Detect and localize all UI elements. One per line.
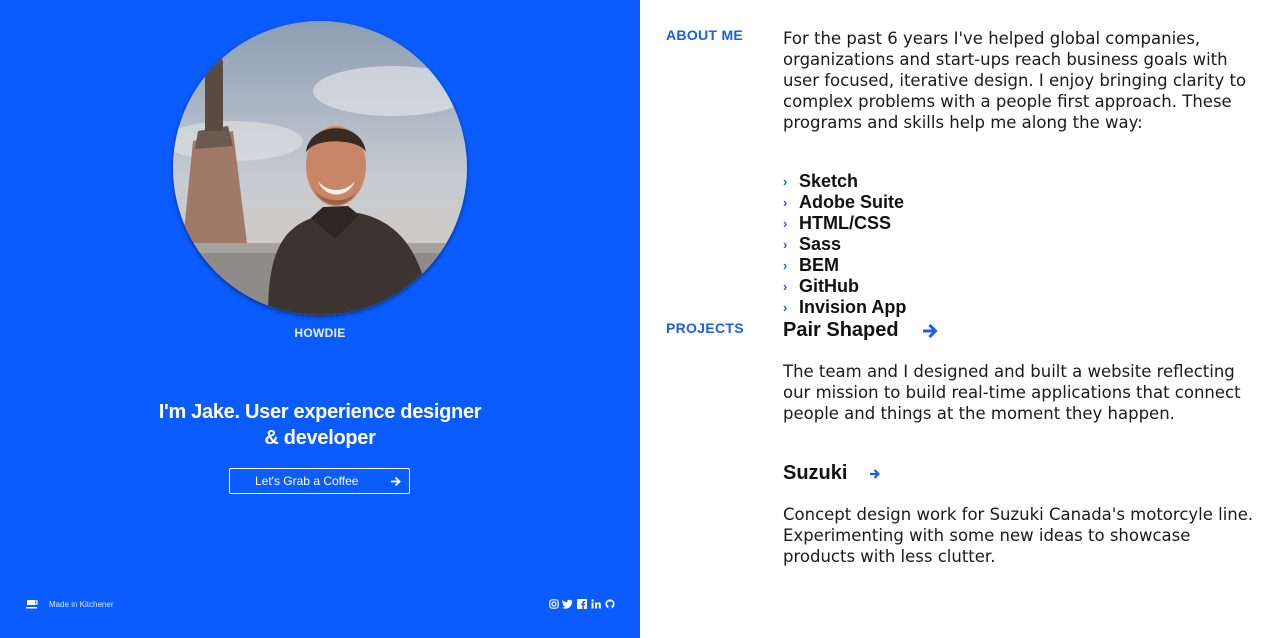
list-item: › BEM <box>783 255 906 276</box>
social-links <box>548 598 615 609</box>
chevron-right-icon: › <box>783 258 788 273</box>
headline: I'm Jake. User experience designer & dev… <box>120 399 520 451</box>
project-title-suzuki[interactable]: Suzuki <box>783 462 881 485</box>
chevron-right-icon: › <box>783 195 788 210</box>
chevron-right-icon: › <box>783 216 788 231</box>
list-item: › HTML/CSS <box>783 213 906 234</box>
github-icon[interactable] <box>604 598 615 609</box>
coffee-cup-icon <box>26 599 39 609</box>
project-title-label: Suzuki <box>783 462 848 484</box>
linkedin-icon[interactable] <box>590 598 601 609</box>
skill-label: Invision App <box>799 297 907 317</box>
headline-line-1: I'm Jake. User experience designer <box>158 401 482 423</box>
skill-label: Sketch <box>799 171 859 191</box>
list-item: › Sass <box>783 234 906 255</box>
profile-photo <box>173 21 467 315</box>
skill-label: BEM <box>799 255 839 275</box>
greeting-label: HOWDIE <box>294 326 346 340</box>
profile-panel: HOWDIE I'm Jake. User experience designe… <box>0 0 640 638</box>
projects-label: PROJECTS <box>666 320 744 336</box>
arrow-right-icon[interactable] <box>869 468 881 480</box>
skill-label: Sass <box>799 234 842 254</box>
list-item: › Adobe Suite <box>783 192 906 213</box>
headline-line-2: & developer <box>264 427 376 449</box>
twitter-icon[interactable] <box>562 598 573 609</box>
chevron-right-icon: › <box>783 237 788 252</box>
grab-coffee-button[interactable]: Let's Grab a Coffee <box>229 468 410 494</box>
skill-label: HTML/CSS <box>799 213 891 233</box>
made-in-footer: Made in Kitchener <box>26 599 113 609</box>
list-item: › Sketch <box>783 171 906 192</box>
project-description: Concept design work for Suzuki Canada's … <box>783 505 1254 566</box>
about-text: For the past 6 years I've helped global … <box>783 29 1247 132</box>
chevron-right-icon: › <box>783 174 788 189</box>
project-description: The team and I designed and built a webs… <box>783 362 1241 423</box>
about-me-label: ABOUT ME <box>666 27 744 43</box>
made-in-label: Made in Kitchener <box>49 599 114 609</box>
chevron-right-icon: › <box>783 300 788 315</box>
skill-label: Adobe Suite <box>799 192 905 212</box>
list-item: › GitHub <box>783 276 906 297</box>
instagram-icon[interactable] <box>548 598 559 609</box>
project-title-label: Pair Shaped <box>783 319 899 341</box>
grab-coffee-label: Let's Grab a Coffee <box>255 474 359 488</box>
chevron-right-icon: › <box>783 279 788 294</box>
project-title-pair-shaped[interactable]: Pair Shaped <box>783 319 939 342</box>
skill-label: GitHub <box>799 276 859 296</box>
skills-list: › Sketch › Adobe Suite › HTML/CSS › Sass › BE… <box>783 171 906 318</box>
content-panel: ABOUT ME For the past 6 years I've helpe… <box>640 0 1280 638</box>
arrow-right-icon <box>390 476 401 487</box>
facebook-icon[interactable] <box>576 598 587 609</box>
list-item: › Invision App <box>783 297 906 318</box>
arrow-right-icon[interactable] <box>921 322 939 340</box>
